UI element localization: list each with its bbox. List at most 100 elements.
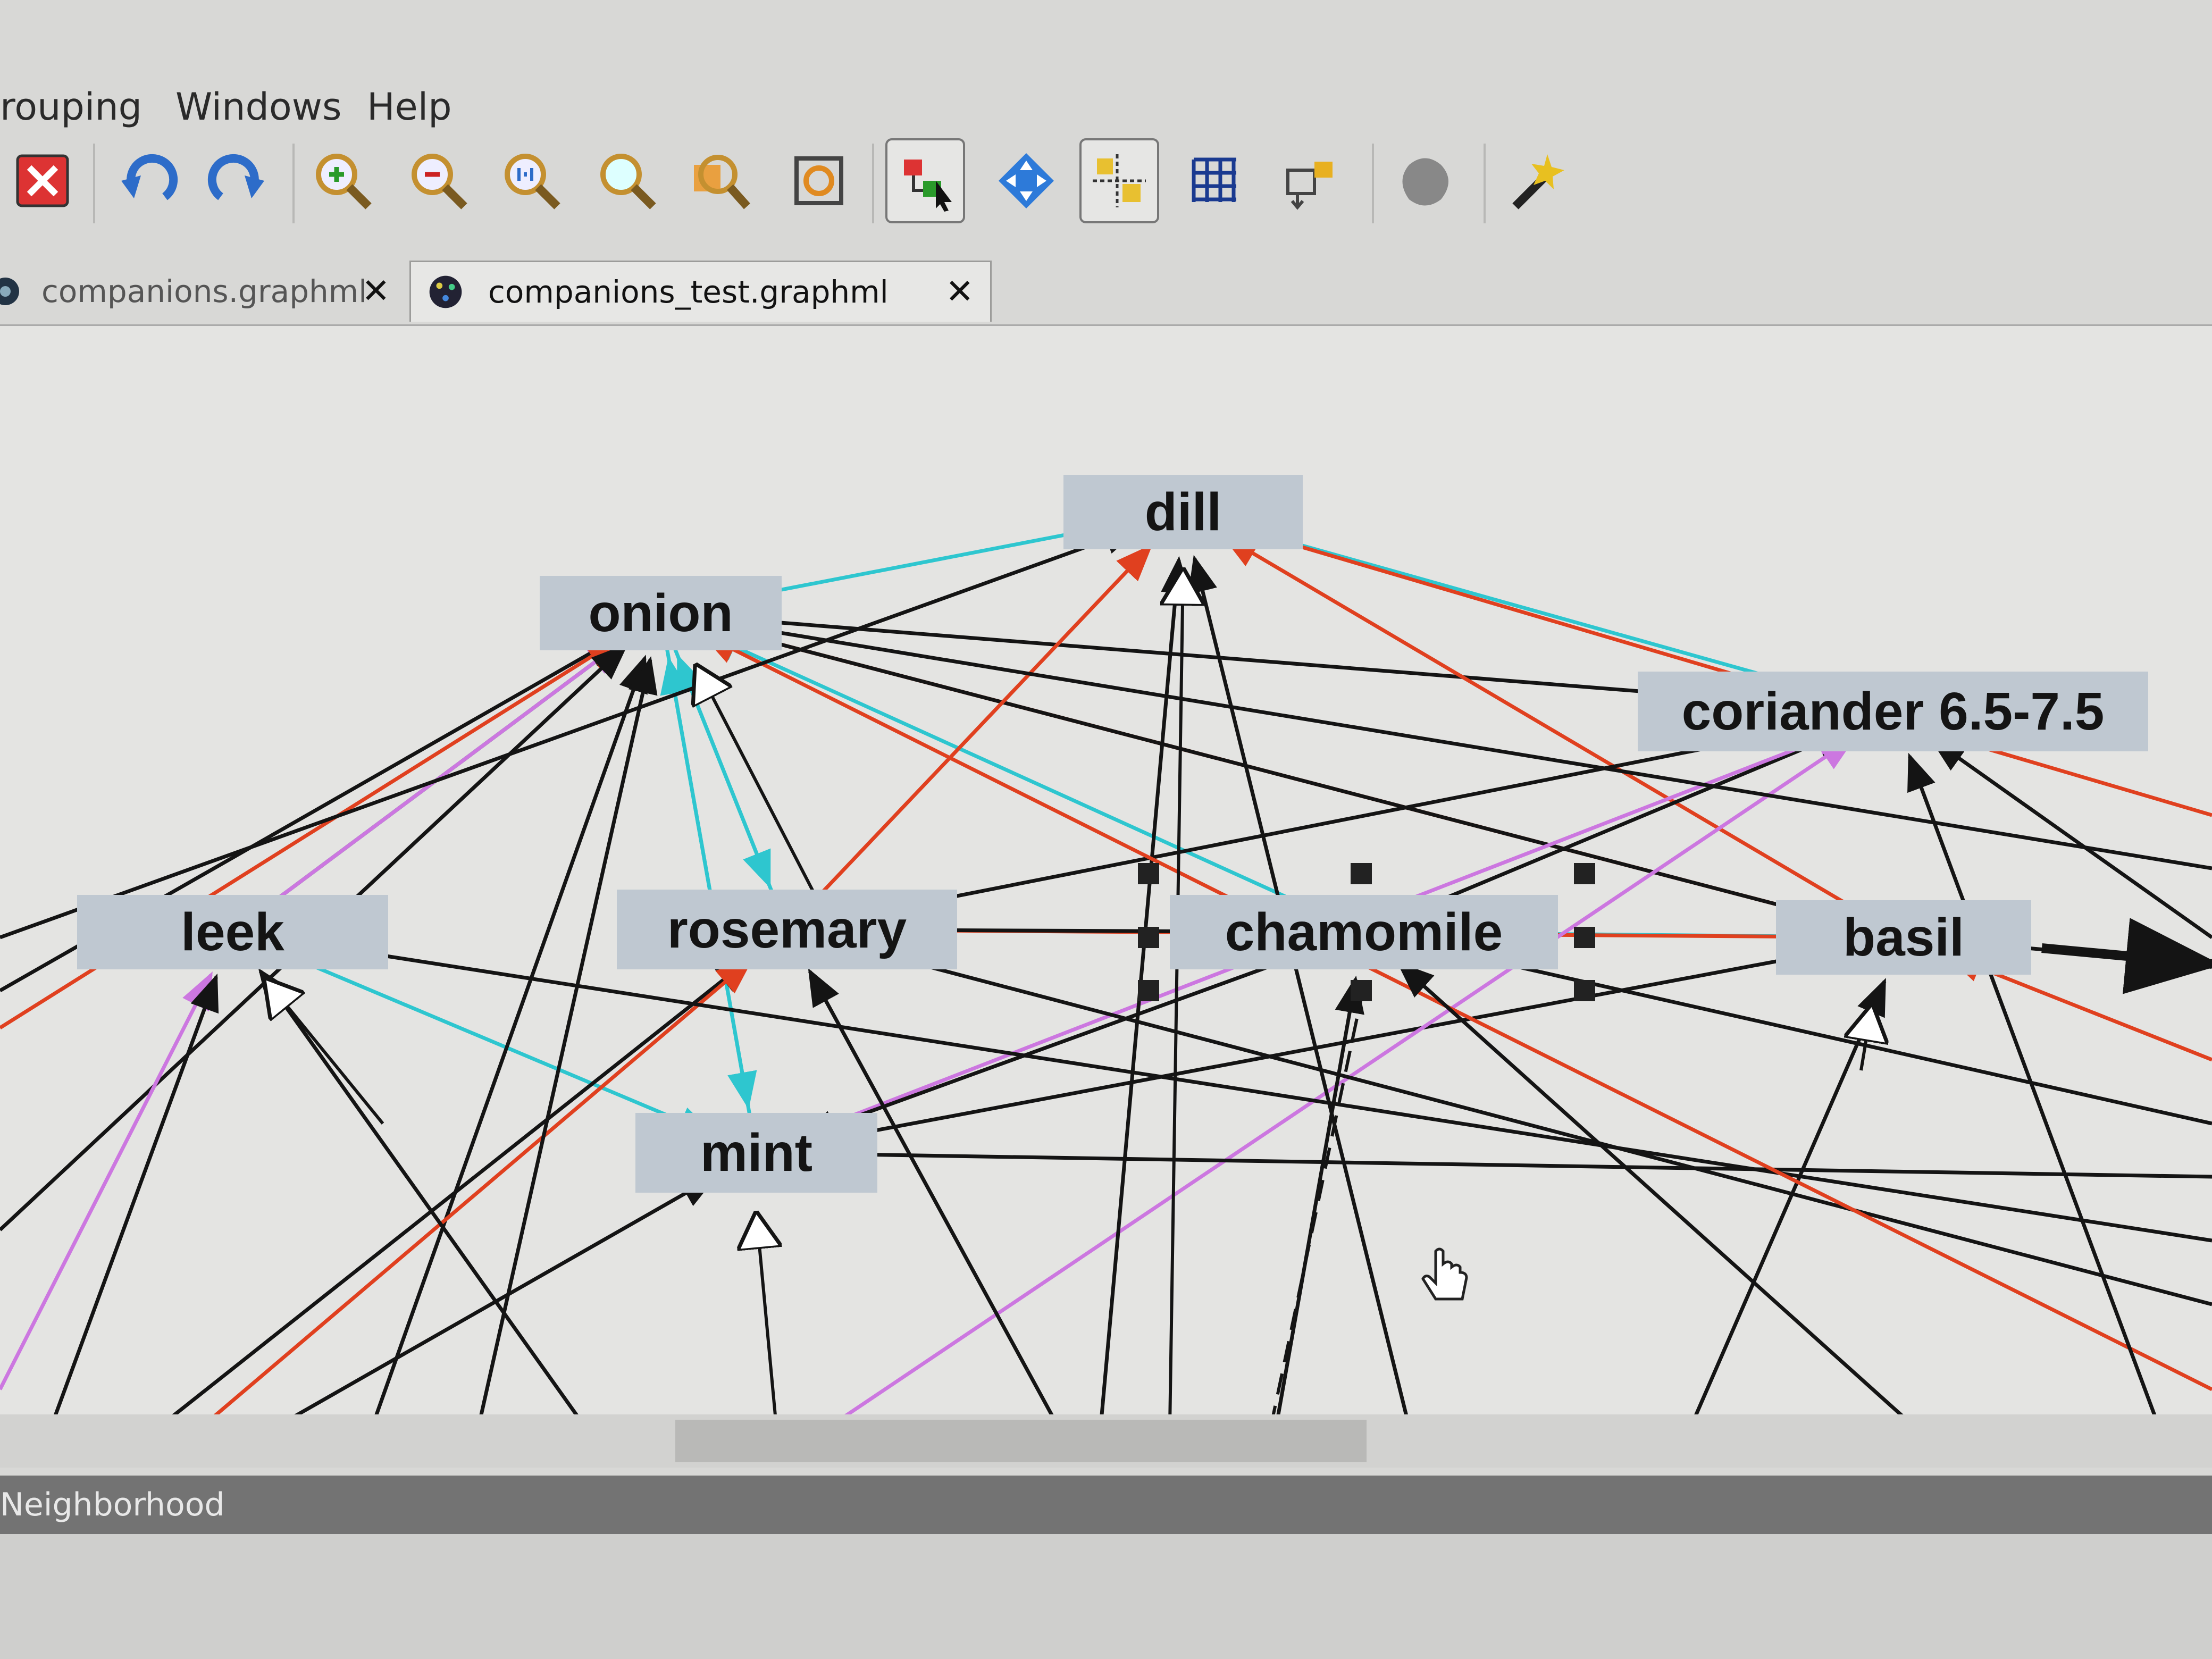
graph-svg[interactable]: dill onion coriander 6.5-7.5 leek rosemary ch… (0, 326, 2212, 1427)
snap-lines-icon (1093, 154, 1146, 207)
menu-help[interactable]: Help (367, 85, 452, 129)
graph-edge[interactable] (51, 973, 219, 1422)
selection-handle[interactable] (1574, 863, 1595, 884)
node-label: dill (1145, 482, 1221, 542)
graph-file-icon (0, 277, 19, 305)
toolbar (0, 138, 2212, 245)
graph-edge[interactable] (1689, 978, 1887, 1427)
node-coriander[interactable]: coriander 6.5-7.5 (1638, 672, 2148, 751)
selection-handle[interactable] (1138, 980, 1159, 1001)
edit-mode-button[interactable] (885, 138, 965, 223)
graph-edge[interactable] (830, 935, 2212, 1306)
graph-edge[interactable] (659, 613, 757, 1110)
graph-edge[interactable] (0, 636, 624, 1029)
graph-edge[interactable] (1396, 961, 1916, 1427)
zoom-actual-button[interactable] (492, 138, 572, 223)
tab-bar: companions.graphml ✕ companions_test.gra… (0, 261, 2212, 324)
node-leek[interactable]: leek (77, 895, 388, 969)
node-label: chamomile (1225, 902, 1503, 962)
selection-handle[interactable] (1574, 927, 1595, 948)
group-icon (1402, 158, 1448, 206)
graph-edge[interactable] (0, 971, 213, 1390)
tab-companions-test[interactable]: companions_test.graphml ✕ (409, 261, 992, 322)
node-label: coriander 6.5-7.5 (1682, 682, 2105, 741)
zoom-selection-icon (694, 155, 750, 210)
graph-edge[interactable] (1861, 1007, 1872, 1071)
graph-edge[interactable] (1188, 555, 1411, 1427)
zoom-button[interactable] (588, 138, 667, 223)
node-onion[interactable]: onion (540, 576, 782, 650)
node-label: rosemary (667, 900, 907, 959)
neighborhood-label: Neighborhood (0, 1486, 225, 1523)
node-label: onion (588, 583, 733, 643)
hand-cursor-icon (1421, 1247, 1468, 1301)
menu-windows[interactable]: Windows (175, 85, 341, 129)
graph-edge[interactable] (200, 958, 753, 1427)
selection-handle[interactable] (1138, 863, 1159, 884)
zoom-icon (600, 154, 656, 210)
edit-mode-icon (904, 160, 952, 212)
navigate-icon (999, 153, 1054, 208)
zoom-1-1-icon (505, 154, 560, 210)
graph-edge[interactable] (2041, 918, 2212, 994)
node-label: leek (181, 902, 284, 962)
status-bar: Neighborhood (0, 1476, 2212, 1534)
graph-edge[interactable] (276, 929, 2212, 1243)
port-icon (1286, 162, 1333, 210)
magic-wand-button[interactable] (1497, 138, 1577, 223)
zoom-out-icon (412, 154, 467, 210)
node-chamomile[interactable]: chamomile (1170, 895, 1558, 969)
snap-lines-button[interactable] (1079, 138, 1159, 223)
undo-icon (121, 154, 178, 200)
node-label: basil (1843, 908, 1964, 967)
graph-edge[interactable] (370, 655, 648, 1427)
selection-handle[interactable] (1351, 863, 1372, 884)
graph-edge[interactable] (785, 544, 1153, 931)
graph-edge[interactable] (800, 1139, 2212, 1179)
horizontal-scrollbar[interactable] (0, 1414, 2212, 1468)
zoom-selection-button[interactable] (681, 138, 760, 223)
graph-canvas[interactable]: dill onion coriander 6.5-7.5 leek rosemary ch… (0, 324, 2212, 1427)
grid-icon (1192, 157, 1236, 202)
graph-edge[interactable] (828, 736, 1857, 1427)
node-rosemary[interactable]: rosemary (617, 890, 957, 969)
graph-edge[interactable] (757, 1214, 777, 1427)
selection-handle[interactable] (1351, 980, 1372, 1001)
node-basil[interactable]: basil (1776, 900, 2031, 975)
graph-edge[interactable] (476, 656, 658, 1427)
graph-edge[interactable] (258, 968, 586, 1427)
scrollbar-thumb[interactable] (675, 1420, 1367, 1462)
fit-content-icon (794, 156, 843, 205)
bottom-panel (0, 1534, 2212, 1659)
node-label: mint (700, 1123, 812, 1183)
delete-icon (16, 154, 69, 207)
menu-grouping[interactable]: rouping (0, 85, 142, 129)
tab-label: companions_test.graphml (488, 274, 889, 310)
graph-file-icon (429, 275, 462, 308)
undo-button[interactable] (109, 138, 189, 223)
group-button[interactable] (1385, 138, 1465, 223)
navigate-button[interactable] (986, 138, 1066, 223)
magic-wand-icon (1512, 154, 1564, 210)
fit-content-button[interactable] (779, 138, 859, 223)
graph-edge[interactable] (701, 631, 1365, 934)
zoom-in-button[interactable] (303, 138, 383, 223)
tab-label: companions.graphml (41, 273, 367, 309)
redo-icon (207, 154, 264, 200)
close-icon[interactable]: ✕ (362, 272, 390, 311)
port-button[interactable] (1273, 138, 1353, 223)
graph-edge[interactable] (266, 980, 384, 1125)
grid-button[interactable] (1175, 138, 1255, 223)
selection-handle[interactable] (1574, 980, 1595, 1001)
graph-edge[interactable] (1907, 752, 2161, 1427)
node-dill[interactable]: dill (1063, 475, 1303, 549)
zoom-out-button[interactable] (399, 138, 479, 223)
selection-handle[interactable] (1138, 927, 1159, 948)
zoom-in-icon (316, 154, 372, 210)
delete-button[interactable] (3, 138, 82, 223)
node-mint[interactable]: mint (635, 1113, 877, 1193)
redo-button[interactable] (197, 138, 276, 223)
close-icon[interactable]: ✕ (945, 272, 974, 312)
menu-bar: rouping Windows Help (0, 69, 2212, 149)
tab-companions[interactable]: companions.graphml ✕ (0, 261, 404, 322)
